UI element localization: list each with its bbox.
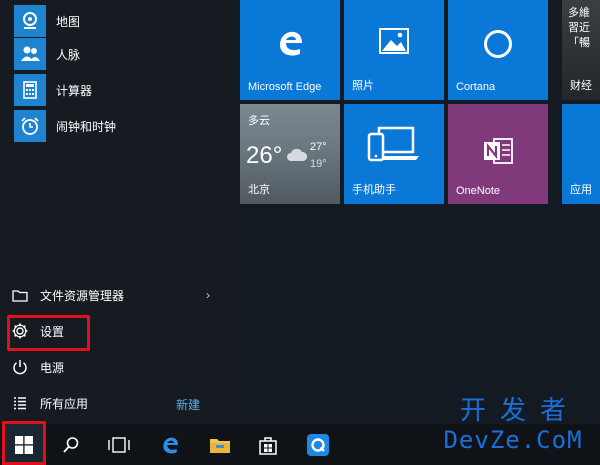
tile-phone-companion[interactable]: 手机助手 bbox=[344, 104, 444, 204]
news-line: 多維 bbox=[568, 7, 590, 19]
tile-photos[interactable]: 照片 bbox=[344, 0, 444, 100]
app-item-maps[interactable]: 地图 bbox=[14, 5, 234, 37]
taskbar-edge[interactable] bbox=[148, 424, 192, 465]
app-label: 闹钟和时钟 bbox=[56, 119, 117, 134]
edge-icon bbox=[240, 28, 340, 58]
list-icon bbox=[10, 393, 30, 413]
weather-city: 北京 bbox=[248, 184, 270, 196]
tile-label: 手机助手 bbox=[352, 184, 396, 196]
people-icon bbox=[21, 46, 40, 61]
weather-high: 27° bbox=[310, 141, 327, 153]
folder-icon bbox=[10, 285, 30, 305]
task-view-button[interactable] bbox=[97, 424, 141, 465]
start-tiles-area: Microsoft Edge 照片 Cortana 多維 習近 「暢 财经 多云 bbox=[236, 0, 600, 424]
tile-label: 应用 bbox=[570, 184, 592, 196]
tile-label: Cortana bbox=[456, 81, 496, 93]
weather-temp: 26° bbox=[246, 142, 283, 169]
news-line: 「暢 bbox=[568, 37, 590, 49]
app-tile-calculator bbox=[14, 74, 46, 106]
app-label: 计算器 bbox=[56, 83, 93, 98]
tile-label: 照片 bbox=[352, 80, 374, 92]
taskbar-search-button[interactable] bbox=[49, 424, 93, 465]
app-item-alarms[interactable]: 闹钟和时钟 bbox=[14, 110, 234, 142]
map-pin-icon bbox=[23, 12, 37, 29]
q-app-icon bbox=[307, 433, 329, 456]
search-icon bbox=[63, 436, 79, 453]
weather-condition: 多云 bbox=[248, 115, 270, 127]
edge-icon bbox=[163, 437, 178, 453]
chevron-right-icon[interactable]: › bbox=[206, 288, 210, 302]
new-badge: 新建 bbox=[176, 398, 201, 412]
watermark-top: 开发者 bbox=[459, 396, 580, 426]
power-icon bbox=[10, 357, 30, 377]
app-item-people[interactable]: 人脉 bbox=[14, 38, 234, 70]
app-item-calculator[interactable]: 计算器 bbox=[14, 74, 234, 106]
app-label: 人脉 bbox=[56, 47, 81, 62]
start-menu-left-pane: 地图 人脉 计算器 闹钟和时钟 文件资源管理器 › 设置 电源 所有应用 新建 bbox=[0, 0, 236, 424]
phone-laptop-icon bbox=[344, 122, 444, 166]
taskbar-app-q[interactable] bbox=[296, 424, 340, 465]
file-explorer-item[interactable]: 文件资源管理器 › bbox=[10, 281, 224, 309]
tile-edge[interactable]: Microsoft Edge bbox=[240, 0, 340, 100]
store-bag-icon bbox=[259, 436, 277, 455]
tile-onenote[interactable]: OneNote bbox=[448, 104, 548, 204]
site-watermark: 开发者 DevZe.CoM bbox=[432, 397, 594, 455]
settings-highlight-box bbox=[7, 315, 90, 351]
cloud-icon bbox=[286, 148, 308, 167]
tile-store-partial[interactable]: 应用 bbox=[562, 104, 600, 204]
app-tile-maps bbox=[14, 5, 46, 37]
app-label: 地图 bbox=[56, 14, 81, 29]
tile-cortana[interactable]: Cortana bbox=[448, 0, 548, 100]
tile-weather[interactable]: 多云 26° 27° 19° 北京 bbox=[240, 104, 340, 204]
cortana-icon bbox=[448, 28, 548, 60]
start-button-highlight-box bbox=[2, 421, 46, 465]
onenote-icon bbox=[448, 136, 548, 166]
photo-icon bbox=[344, 28, 444, 54]
tile-label: OneNote bbox=[456, 185, 501, 197]
alarm-clock-icon bbox=[21, 117, 39, 135]
task-view-icon bbox=[108, 436, 130, 453]
news-line: 習近 bbox=[568, 22, 590, 34]
taskbar-store[interactable] bbox=[246, 424, 290, 465]
folder-icon bbox=[210, 438, 230, 453]
news-headline: 多維 習近 「暢 bbox=[568, 6, 590, 51]
app-tile-alarms bbox=[14, 110, 46, 142]
tile-news-partial[interactable]: 多維 習近 「暢 财经 bbox=[562, 0, 600, 100]
weather-low: 19° bbox=[310, 158, 327, 170]
power-label: 电源 bbox=[40, 360, 65, 375]
taskbar-file-explorer[interactable] bbox=[198, 424, 242, 465]
watermark-bottom: DevZe.CoM bbox=[443, 426, 583, 454]
all-apps-label: 所有应用 bbox=[40, 396, 89, 411]
tile-label: 财经 bbox=[570, 80, 592, 92]
power-item[interactable]: 电源 bbox=[10, 353, 224, 381]
file-explorer-label: 文件资源管理器 bbox=[40, 288, 125, 303]
tile-label: Microsoft Edge bbox=[248, 81, 322, 93]
app-tile-people bbox=[14, 38, 46, 70]
calculator-icon bbox=[23, 81, 37, 99]
